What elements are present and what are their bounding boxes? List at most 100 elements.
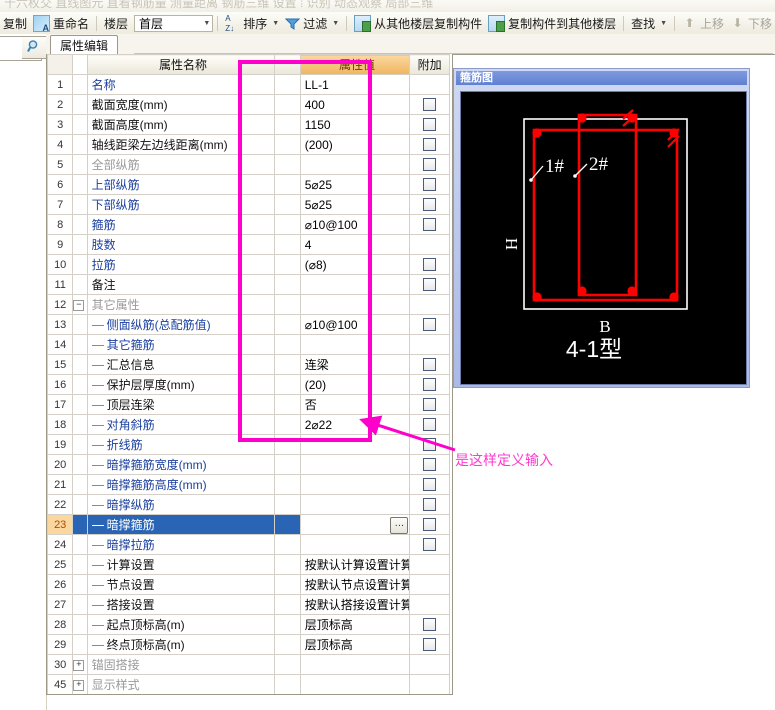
row-tree-cell[interactable]: −: [72, 294, 88, 315]
table-row[interactable]: 30 + 锚固搭接: [47, 654, 450, 675]
row-index[interactable]: 20: [47, 454, 74, 475]
additional-cell[interactable]: [409, 414, 450, 435]
property-value-cell[interactable]: [299, 434, 411, 455]
additional-checkbox[interactable]: [423, 178, 437, 191]
property-value-cell[interactable]: 按默认搭接设置计算: [299, 594, 411, 615]
row-index[interactable]: 13: [47, 314, 74, 335]
additional-checkbox[interactable]: [423, 198, 437, 211]
table-row[interactable]: 45 + 显示样式: [47, 674, 450, 694]
row-tree-cell[interactable]: [72, 634, 88, 655]
row-index[interactable]: 2: [47, 94, 74, 115]
additional-cell[interactable]: [409, 74, 450, 95]
additional-cell[interactable]: [409, 674, 450, 694]
table-row[interactable]: 21 暗撑箍筋高度(mm): [47, 474, 450, 495]
row-index[interactable]: 27: [47, 594, 74, 615]
column-header-index[interactable]: [47, 54, 74, 75]
additional-checkbox[interactable]: [423, 98, 437, 111]
row-index[interactable]: 19: [47, 434, 74, 455]
table-row[interactable]: 23 暗撑箍筋…: [47, 514, 450, 535]
property-name-cell[interactable]: 侧面纵筋(总配筋值): [86, 314, 276, 335]
row-index[interactable]: 8: [47, 214, 74, 235]
row-index[interactable]: 21: [47, 474, 74, 495]
property-name-cell[interactable]: 暗撑纵筋: [86, 494, 276, 515]
toolbar-copy-to-floor-button[interactable]: 复制构件到其他楼层: [485, 13, 619, 33]
table-row[interactable]: 4 轴线距梁左边线距离(mm) (200): [47, 134, 450, 155]
table-row[interactable]: 2 截面宽度(mm) 400: [47, 94, 450, 115]
additional-checkbox[interactable]: [423, 458, 437, 471]
table-row[interactable]: 20 暗撑箍筋宽度(mm): [47, 454, 450, 475]
property-name-cell[interactable]: 锚固搭接: [86, 654, 276, 675]
additional-checkbox[interactable]: [423, 418, 437, 431]
additional-cell[interactable]: [409, 394, 450, 415]
row-index[interactable]: 3: [47, 114, 74, 135]
additional-cell[interactable]: [409, 494, 450, 515]
property-value-cell[interactable]: 按默认节点设置计算: [299, 574, 411, 595]
row-index[interactable]: 10: [47, 254, 74, 275]
toolbar-move-up-button[interactable]: ⬆ 上移: [679, 13, 727, 33]
row-index[interactable]: 7: [47, 194, 74, 215]
property-name-cell[interactable]: 其它属性: [86, 294, 276, 315]
table-row[interactable]: 7 下部纵筋 5⌀25: [47, 194, 450, 215]
row-index[interactable]: 22: [47, 494, 74, 515]
row-tree-cell[interactable]: [72, 374, 88, 395]
tab-property-editor[interactable]: 属性编辑: [50, 35, 119, 56]
property-value-cell[interactable]: 5⌀25: [299, 174, 411, 195]
row-tree-cell[interactable]: [72, 554, 88, 575]
toolbar-filter-button[interactable]: 过滤 ▼: [282, 13, 342, 33]
table-row[interactable]: 12− 其它属性: [47, 294, 450, 315]
row-tree-cell[interactable]: [72, 94, 88, 115]
additional-cell[interactable]: [409, 114, 450, 135]
row-index[interactable]: 5: [47, 154, 74, 175]
property-value-cell[interactable]: [299, 474, 411, 495]
row-index[interactable]: 1: [47, 74, 74, 95]
property-name-cell[interactable]: 备注: [86, 274, 276, 295]
row-tree-cell[interactable]: [72, 414, 88, 435]
additional-checkbox[interactable]: [423, 138, 437, 151]
property-value-cell[interactable]: (20): [299, 374, 411, 395]
property-name-cell[interactable]: 全部纵筋: [86, 154, 276, 175]
property-value-cell[interactable]: 1150: [299, 114, 411, 135]
toolbar-sort-button[interactable]: 排序 ▼: [222, 13, 282, 33]
property-value-cell[interactable]: 层顶标高: [299, 614, 411, 635]
row-tree-cell[interactable]: [72, 494, 88, 515]
table-row[interactable]: 11 备注: [47, 274, 450, 295]
row-index[interactable]: 9: [47, 234, 74, 255]
additional-checkbox[interactable]: [423, 318, 437, 331]
property-name-cell[interactable]: 暗撑拉筋: [86, 534, 276, 555]
row-tree-cell[interactable]: [72, 574, 88, 595]
expand-icon[interactable]: +: [73, 659, 85, 671]
property-name-cell[interactable]: 起点顶标高(m): [86, 614, 276, 635]
additional-checkbox[interactable]: [423, 218, 437, 231]
additional-cell[interactable]: [409, 474, 450, 495]
property-name-cell[interactable]: 拉筋: [86, 254, 276, 275]
property-value-cell[interactable]: [299, 534, 411, 555]
property-value-cell[interactable]: [299, 454, 411, 475]
row-index[interactable]: 28: [47, 614, 74, 635]
property-value-cell[interactable]: (200): [299, 134, 411, 155]
additional-cell[interactable]: [409, 434, 450, 455]
additional-cell[interactable]: [409, 314, 450, 335]
row-index[interactable]: 16: [47, 374, 74, 395]
property-value-cell[interactable]: 按默认计算设置计算: [299, 554, 411, 575]
collapse-icon[interactable]: −: [73, 299, 85, 311]
additional-cell[interactable]: [409, 174, 450, 195]
additional-cell[interactable]: [409, 274, 450, 295]
table-row[interactable]: 18 对角斜筋 2⌀22: [47, 414, 450, 435]
property-value-cell[interactable]: 否: [299, 394, 411, 415]
property-value-cell[interactable]: [299, 294, 411, 315]
search-button[interactable]: [22, 36, 47, 59]
open-editor-button[interactable]: …: [390, 516, 409, 534]
table-row[interactable]: 8 箍筋 ⌀10@100: [47, 214, 450, 235]
additional-cell[interactable]: [409, 514, 450, 535]
property-name-cell[interactable]: 箍筋: [86, 214, 276, 235]
property-value-cell[interactable]: ⌀10@100: [299, 314, 411, 335]
row-tree-cell[interactable]: [72, 534, 88, 555]
additional-cell[interactable]: [409, 454, 450, 475]
row-tree-cell[interactable]: [72, 334, 88, 355]
additional-checkbox[interactable]: [423, 438, 437, 451]
row-tree-cell[interactable]: +: [72, 654, 88, 675]
property-name-cell[interactable]: 其它箍筋: [86, 334, 276, 355]
row-tree-cell[interactable]: [72, 254, 88, 275]
additional-checkbox[interactable]: [423, 478, 437, 491]
toolbar-move-down-button[interactable]: ⬇ 下移: [727, 13, 775, 33]
